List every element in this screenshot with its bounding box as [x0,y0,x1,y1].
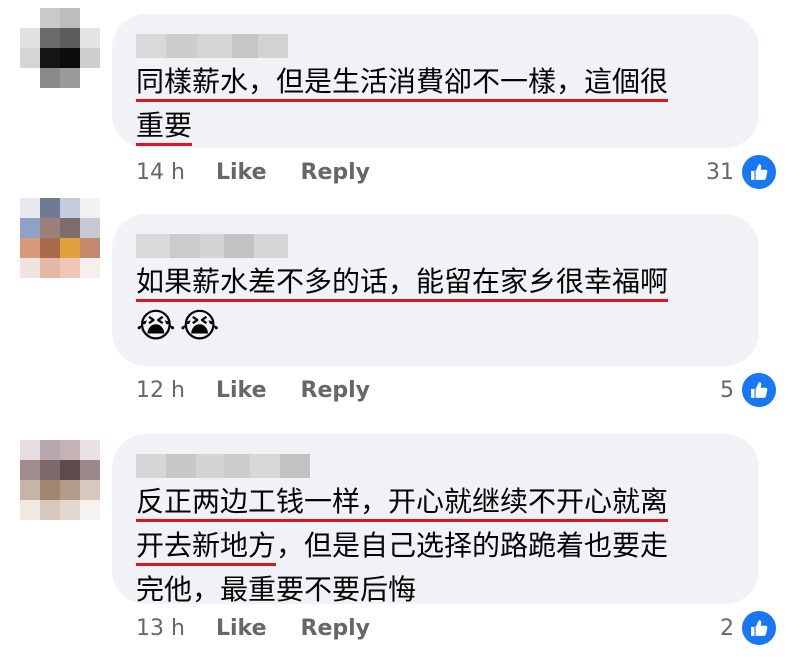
avatar[interactable] [20,8,100,88]
comment-text: 如果薪水差不多的话，能留在家乡很幸福啊 😭😭 [136,260,737,350]
like-button[interactable]: Like [216,616,267,641]
commenter-name-blurred[interactable] [136,234,288,258]
comment-time[interactable]: 13 h [136,616,216,641]
commenter-name-blurred[interactable] [136,34,288,58]
reaction-count[interactable]: 2 [720,609,778,647]
thumbs-up-icon [740,153,778,191]
reaction-count[interactable]: 31 [706,153,778,191]
like-button[interactable]: Like [216,160,267,185]
comment-text-underlined: 反正两边工钱一样，开心就继续不开心就离 [136,485,669,522]
comment-text: 同樣薪水，但是生活消費卻不一樣，這個很 重要 [136,60,737,148]
avatar[interactable] [20,440,100,520]
like-count: 31 [706,159,734,185]
comment-text-part: 完他，最重要不要后悔 [136,573,417,606]
comment-meta: 12 h Like Reply [136,374,404,406]
comment-text-underlined: 重要 [136,109,193,146]
comment-text-underlined: 如果薪水差不多的话，能留在家乡很幸福啊 [136,265,669,302]
comment-bubble: 反正两边工钱一样，开心就继续不开心就离 开去新地方，但是自己选择的路跪着也要走 … [112,434,759,606]
comment-text-underlined: 同樣薪水，但是生活消費卻不一樣，這個很 [136,65,669,102]
crying-emoji-icon: 😭😭 [136,306,224,346]
avatar[interactable] [20,198,100,278]
comment-bubble: 如果薪水差不多的话，能留在家乡很幸福啊 😭😭 [112,214,759,366]
like-count: 5 [720,377,734,403]
commenter-name-blurred[interactable] [136,454,310,478]
comment-time[interactable]: 14 h [136,160,216,185]
like-button[interactable]: Like [216,378,267,403]
comment-meta: 13 h Like Reply [136,612,404,644]
thumbs-up-icon [740,609,778,647]
like-count: 2 [720,615,734,641]
reply-button[interactable]: Reply [301,160,371,185]
reply-button[interactable]: Reply [301,616,371,641]
thumbs-up-icon [740,371,778,409]
reaction-count[interactable]: 5 [720,371,778,409]
comment-bubble: 同樣薪水，但是生活消費卻不一樣，這個很 重要 [112,14,759,148]
comment-text-part: ，但是自己选择的路跪着也要走 [276,529,669,562]
comment-text: 反正两边工钱一样，开心就继续不开心就离 开去新地方，但是自己选择的路跪着也要走 … [136,480,737,612]
reply-button[interactable]: Reply [301,378,371,403]
comment-time[interactable]: 12 h [136,378,216,403]
comment-text-underlined: 开去新地方 [136,529,277,566]
comment-meta: 14 h Like Reply [136,156,404,188]
